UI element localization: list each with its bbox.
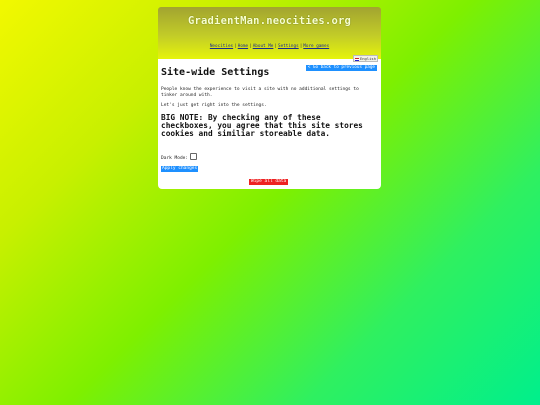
language-button[interactable]: English bbox=[352, 55, 378, 62]
settings-panel: English < Go back to previous page Site-… bbox=[158, 55, 381, 189]
dark-mode-checkbox[interactable] bbox=[190, 153, 198, 160]
dark-mode-row: Dark Mode: bbox=[161, 153, 198, 162]
site-header: GradientMan.neocities.org Neocities|Home… bbox=[158, 7, 381, 59]
intro-text: People know the experience to visit a si… bbox=[161, 87, 359, 98]
big-note: BIG NOTE: By checking any of these check… bbox=[161, 113, 363, 139]
nav-link-about-me[interactable]: About Me bbox=[253, 44, 274, 49]
nav-separator: | bbox=[299, 44, 303, 49]
wipe-all-data-button[interactable]: Wipe all data bbox=[249, 179, 289, 185]
dark-mode-label: Dark Mode: bbox=[161, 156, 189, 161]
nav-link-neocities[interactable]: Neocities bbox=[210, 44, 233, 49]
nav-bar: Neocities|Home|About Me|Settings|More ga… bbox=[158, 44, 381, 50]
nav-link-home[interactable]: Home bbox=[238, 44, 248, 49]
intro-text-2: Let's just get right into the settings. bbox=[161, 103, 267, 108]
nav-separator: | bbox=[234, 44, 237, 49]
nav-link-more-games[interactable]: More games bbox=[303, 44, 329, 49]
flag-icon bbox=[354, 57, 359, 61]
language-label: English bbox=[359, 56, 376, 61]
nav-separator: | bbox=[274, 44, 277, 49]
apply-changes-button[interactable]: Apply changes bbox=[161, 166, 199, 172]
site-title: GradientMan.neocities.org bbox=[187, 15, 352, 27]
go-back-button[interactable]: < Go back to previous page bbox=[305, 65, 377, 71]
nav-separator: | bbox=[249, 44, 252, 49]
page-title: Site-wide Settings bbox=[161, 67, 270, 78]
nav-link-settings[interactable]: Settings bbox=[278, 44, 299, 49]
